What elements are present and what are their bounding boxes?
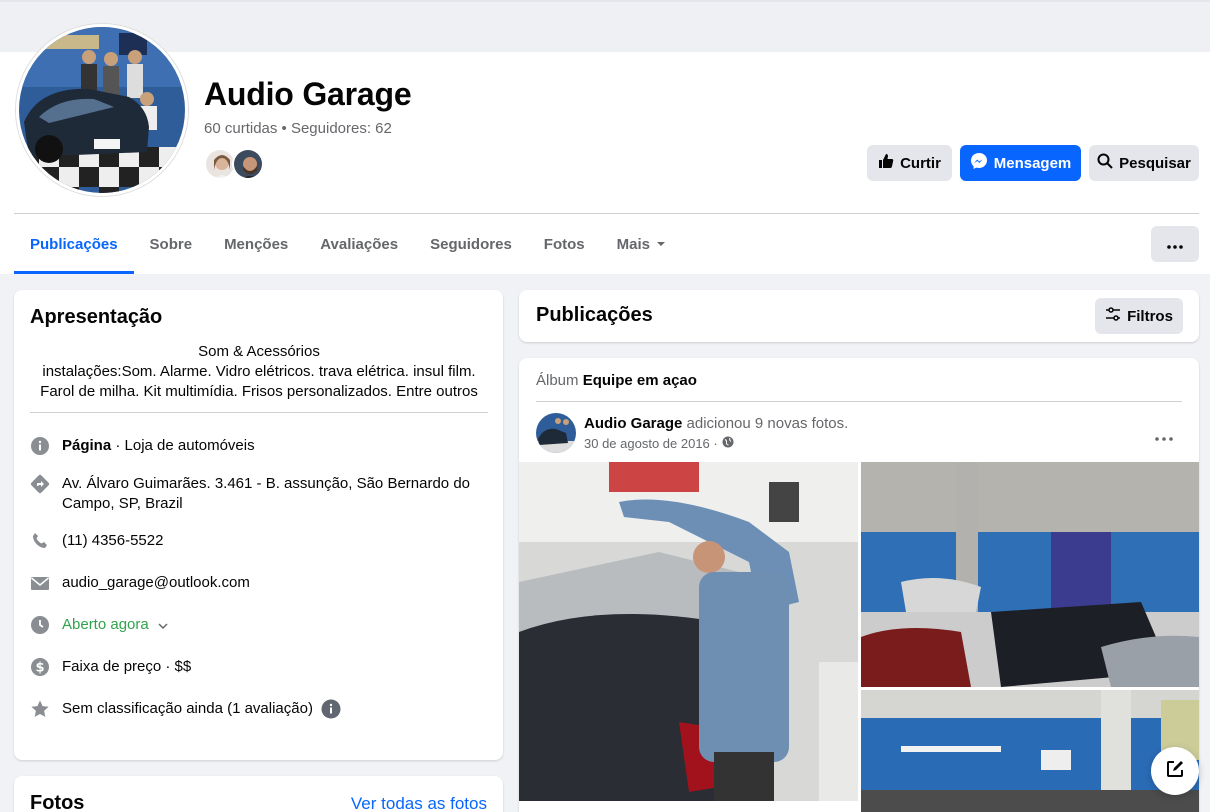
- intro-separator: [30, 412, 488, 413]
- svg-text:$: $: [35, 661, 44, 676]
- post-card: Álbum Equipe em açao Audio Garage adicio…: [519, 358, 1199, 812]
- star-icon: [30, 699, 50, 719]
- tab-more[interactable]: Mais: [601, 214, 682, 274]
- directions-icon: [30, 474, 50, 494]
- tab-mentions[interactable]: Menções: [208, 214, 304, 274]
- post-divider: [536, 401, 1182, 402]
- info-page-type: Página · Loja de automóveis: [30, 436, 480, 456]
- like-page-button[interactable]: Curtir: [867, 145, 952, 181]
- post-author-avatar[interactable]: [536, 413, 576, 453]
- post-headline: Audio Garage adicionou 9 novas fotos.: [584, 415, 849, 432]
- top-banner-strip: [0, 0, 1210, 52]
- info-icon: [30, 436, 50, 456]
- tab-reviews[interactable]: Avaliações: [304, 214, 414, 274]
- intro-card: Apresentação Som & Acessórios instalaçõe…: [14, 290, 503, 760]
- photos-card: Fotos Ver todas as fotos: [14, 776, 503, 812]
- filters-button[interactable]: Filtros: [1095, 298, 1183, 334]
- post-photo-2[interactable]: [861, 462, 1199, 687]
- info-hours[interactable]: Aberto agora: [30, 615, 480, 641]
- messenger-icon: [970, 152, 988, 174]
- tab-photos[interactable]: Fotos: [528, 214, 601, 274]
- search-page-button[interactable]: Pesquisar: [1089, 145, 1199, 181]
- friend-avatar[interactable]: [232, 148, 264, 180]
- search-icon: [1097, 153, 1113, 173]
- info-rating: Sem classificação ainda (1 avaliação): [30, 699, 480, 725]
- message-button[interactable]: Mensagem: [960, 145, 1081, 181]
- see-all-photos-link[interactable]: Ver todas as fotos: [351, 794, 487, 812]
- info-email: audio_garage@outlook.com: [30, 573, 480, 593]
- post-date: 30 de agosto de 2016 ·: [584, 436, 734, 451]
- price-icon: $: [30, 657, 50, 677]
- tab-about[interactable]: Sobre: [134, 214, 209, 274]
- intro-bio: Som & Acessórios instalações:Som. Alarme…: [40, 343, 478, 400]
- more-options-button[interactable]: [1151, 226, 1199, 262]
- chevron-down-icon: [157, 615, 169, 641]
- page-tabs: Publicações Sobre Menções Avaliações Seg…: [14, 214, 682, 274]
- info-price: $ Faixa de preço · $$: [30, 657, 480, 677]
- new-message-button[interactable]: [1151, 747, 1199, 795]
- info-circle-icon[interactable]: [321, 699, 341, 725]
- caret-down-icon: [656, 236, 666, 253]
- posts-title: Publicações: [536, 304, 653, 326]
- thumbs-up-icon: [878, 153, 894, 173]
- tab-followers[interactable]: Seguidores: [414, 214, 528, 274]
- ellipsis-icon: [1167, 236, 1183, 253]
- info-phone: (11) 4356-5522: [30, 531, 480, 551]
- friends-avatars[interactable]: [204, 148, 268, 182]
- info-address: Av. Álvaro Guimarães. 3.461 - B. assunçã…: [30, 474, 480, 514]
- photos-title: Fotos: [30, 792, 85, 812]
- compose-icon: [1165, 759, 1185, 784]
- intro-title: Apresentação: [30, 306, 163, 328]
- page-stats[interactable]: 60 curtidas • Seguidores: 62: [204, 120, 392, 137]
- tab-posts[interactable]: Publicações: [14, 214, 134, 274]
- page-title: Audio Garage: [204, 76, 412, 112]
- filter-sliders-icon: [1105, 306, 1121, 326]
- globe-icon: [722, 436, 734, 451]
- post-options-icon[interactable]: [1155, 428, 1173, 446]
- post-photo-1[interactable]: [519, 462, 858, 801]
- post-photo-3[interactable]: [861, 690, 1199, 812]
- album-line: Álbum Equipe em açao: [536, 372, 697, 389]
- posts-header-card: Publicações Filtros: [519, 290, 1199, 342]
- clock-icon: [30, 615, 50, 635]
- mail-icon: [30, 573, 50, 593]
- phone-icon: [30, 531, 50, 551]
- page-avatar[interactable]: [16, 24, 188, 196]
